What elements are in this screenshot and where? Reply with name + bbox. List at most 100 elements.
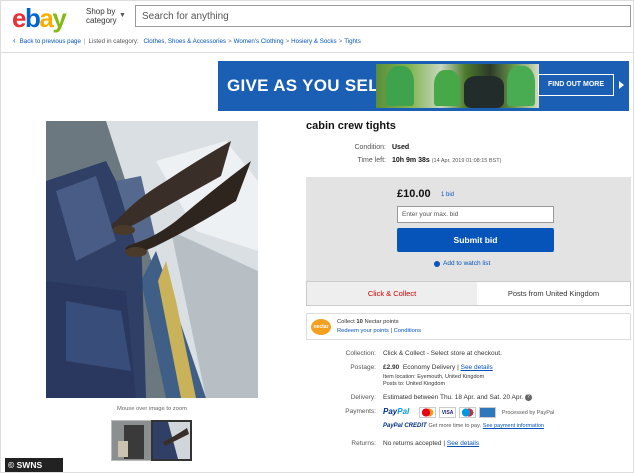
posts-to: Posts to: United Kingdom — [383, 381, 446, 387]
breadcrumb-item[interactable]: Hosiery & Socks — [291, 38, 336, 45]
paypal-pal: Pal — [397, 407, 410, 417]
time-left-value: 10h 9m 38s (14 Apr, 2019 01:08:15 BST) — [392, 157, 501, 164]
chevron-left-icon[interactable]: ‹ — [13, 36, 16, 45]
listed-in-label: Listed in category: — [88, 38, 139, 45]
thumbnail-image — [112, 421, 151, 460]
redeem-points-link[interactable]: Redeem your points — [337, 328, 389, 334]
returns-policy: No returns accepted — [383, 440, 442, 447]
donation-bag — [464, 76, 504, 108]
zoom-hint: Mouse over image to zoom — [117, 406, 187, 412]
paypal-logo: PayPal — [383, 407, 409, 416]
returns-label: Returns: — [351, 440, 376, 447]
nectar-collect-prefix: Collect — [337, 319, 355, 325]
thumbnail-2[interactable] — [151, 420, 192, 461]
chevron-right-icon: > — [285, 38, 290, 45]
maestro-icon — [459, 407, 477, 418]
visa-icon: VISA — [439, 407, 457, 418]
divider — [1, 52, 634, 53]
payments-label: Payments: — [345, 408, 376, 415]
main-item-image[interactable] — [46, 121, 258, 398]
chevron-right-icon: > — [338, 38, 343, 45]
conditions-link[interactable]: Conditions — [394, 328, 421, 334]
volunteer-figure — [507, 66, 535, 106]
nectar-points-box: nectar Collect 10 Nectar points Redeem y… — [306, 313, 631, 340]
delivery-label: Delivery: — [350, 394, 376, 401]
item-title: cabin crew tights — [306, 120, 396, 132]
time-left-label: Time left: — [357, 157, 386, 164]
returns-see-details-link[interactable]: See details — [447, 440, 479, 447]
swns-watermark: © SWNS — [5, 458, 63, 472]
item-location: Item location: Eyemouth, United Kingdom — [383, 374, 485, 380]
breadcrumb-item[interactable]: Women's Clothing — [234, 38, 284, 45]
collection-label: Collection: — [345, 350, 376, 357]
shop-by-line1: Shop by — [86, 7, 116, 16]
time-left-end: (14 Apr, 2019 01:08:15 BST) — [431, 158, 502, 164]
thumbnail-image — [153, 422, 190, 459]
postage-price: £2.90 — [383, 364, 400, 371]
thumbnail-1[interactable] — [111, 420, 152, 461]
returns-row: Returns: No returns accepted | See detai… — [306, 440, 631, 450]
logo-letter-y: y — [52, 3, 66, 33]
banner-photo — [376, 64, 539, 108]
current-price: £10.00 — [397, 188, 431, 200]
mastercard-icon — [419, 407, 437, 418]
payments-row: Payments: PayPal VISA Processed by PayPa… — [306, 407, 631, 437]
returns-value: No returns accepted | See details — [383, 440, 480, 447]
tab-click-and-collect[interactable]: Click & Collect — [307, 282, 477, 305]
payment-methods: PayPal VISA Processed by PayPal — [383, 407, 555, 418]
amex-icon — [479, 407, 497, 418]
find-out-more-button[interactable]: FIND OUT MORE — [538, 74, 614, 96]
tab-posts-from-uk[interactable]: Posts from United Kingdom — [477, 282, 630, 305]
postage-value: £2.90 Economy Delivery | See details — [383, 364, 493, 371]
arrow-right-icon — [619, 81, 624, 89]
collection-value: Click & Collect - Select store at checko… — [383, 350, 502, 357]
time-left-countdown: 10h 9m 38s — [392, 157, 430, 164]
processed-by-paypal: Processed by PayPal — [501, 409, 555, 416]
postage-row: Postage: £2.90 Economy Delivery | See de… — [306, 364, 631, 390]
volunteer-figure — [386, 66, 414, 106]
collection-row: Collection: Click & Collect - Select sto… — [306, 350, 631, 360]
breadcrumb-divider: | — [83, 38, 86, 45]
nectar-collect-suffix: Nectar points — [364, 319, 399, 325]
nectar-points: 10 — [356, 319, 363, 325]
info-icon[interactable]: ? — [524, 394, 532, 401]
shop-by-category-button[interactable]: Shop by category — [86, 7, 117, 25]
bid-box: £10.00 1 bid Enter your max. bid Submit … — [306, 177, 631, 281]
delivery-row: Delivery: Estimated between Thu. 18 Apr.… — [306, 394, 631, 404]
nectar-logo: nectar — [311, 319, 331, 335]
payment-information-link[interactable]: See payment information — [483, 423, 544, 429]
header: ebay Shop by category ▼ Search for anyth… — [1, 1, 634, 34]
eye-icon — [434, 261, 440, 267]
cabin-photo — [46, 121, 258, 398]
condition-value: Used — [392, 144, 409, 151]
promo-banner[interactable]: GIVE AS YOU SELL FIND OUT MORE — [218, 61, 629, 111]
breadcrumb-item[interactable]: Clothes, Shoes & Accessories — [143, 38, 226, 45]
logo-letter-b: b — [24, 3, 41, 33]
chevron-down-icon[interactable]: ▼ — [119, 12, 126, 19]
chevron-right-icon: > — [228, 38, 232, 45]
nectar-text: Collect 10 Nectar points Redeem your poi… — [337, 318, 421, 336]
postage-label: Postage: — [350, 364, 376, 371]
nectar-collect-line: Collect 10 Nectar points — [337, 318, 421, 327]
bid-count-link[interactable]: 1 bid — [441, 192, 454, 198]
paypal-pay: Pay — [383, 407, 398, 417]
paypal-credit-line: PayPal CREDIT Get more time to pay. See … — [383, 422, 544, 429]
nectar-links: Redeem your points | Conditions — [337, 328, 422, 334]
back-link[interactable]: Back to previous page — [20, 38, 81, 45]
delivery-value: Estimated between Thu. 18 Apr. and Sat. … — [383, 394, 532, 401]
submit-bid-button[interactable]: Submit bid — [397, 228, 554, 252]
logo-letter-a: a — [39, 3, 53, 33]
ebay-listing-page: ebay Shop by category ▼ Search for anyth… — [0, 0, 634, 473]
ebay-logo[interactable]: ebay — [12, 3, 67, 34]
credit-text: Get more time to pay. — [428, 423, 481, 429]
postage-service: Economy Delivery — [402, 364, 456, 371]
logo-letter-e: e — [12, 3, 26, 33]
max-bid-input[interactable]: Enter your max. bid — [397, 206, 554, 223]
breadcrumb-item[interactable]: Tights — [344, 38, 361, 45]
condition-label: Condition: — [354, 144, 386, 151]
postage-see-details-link[interactable]: See details — [461, 364, 493, 371]
volunteer-figure — [434, 70, 460, 106]
search-input[interactable]: Search for anything — [135, 5, 631, 27]
add-to-watch-list-link[interactable]: Add to watch list — [443, 260, 490, 267]
delivery-tabs: Click & Collect Posts from United Kingdo… — [306, 281, 631, 306]
